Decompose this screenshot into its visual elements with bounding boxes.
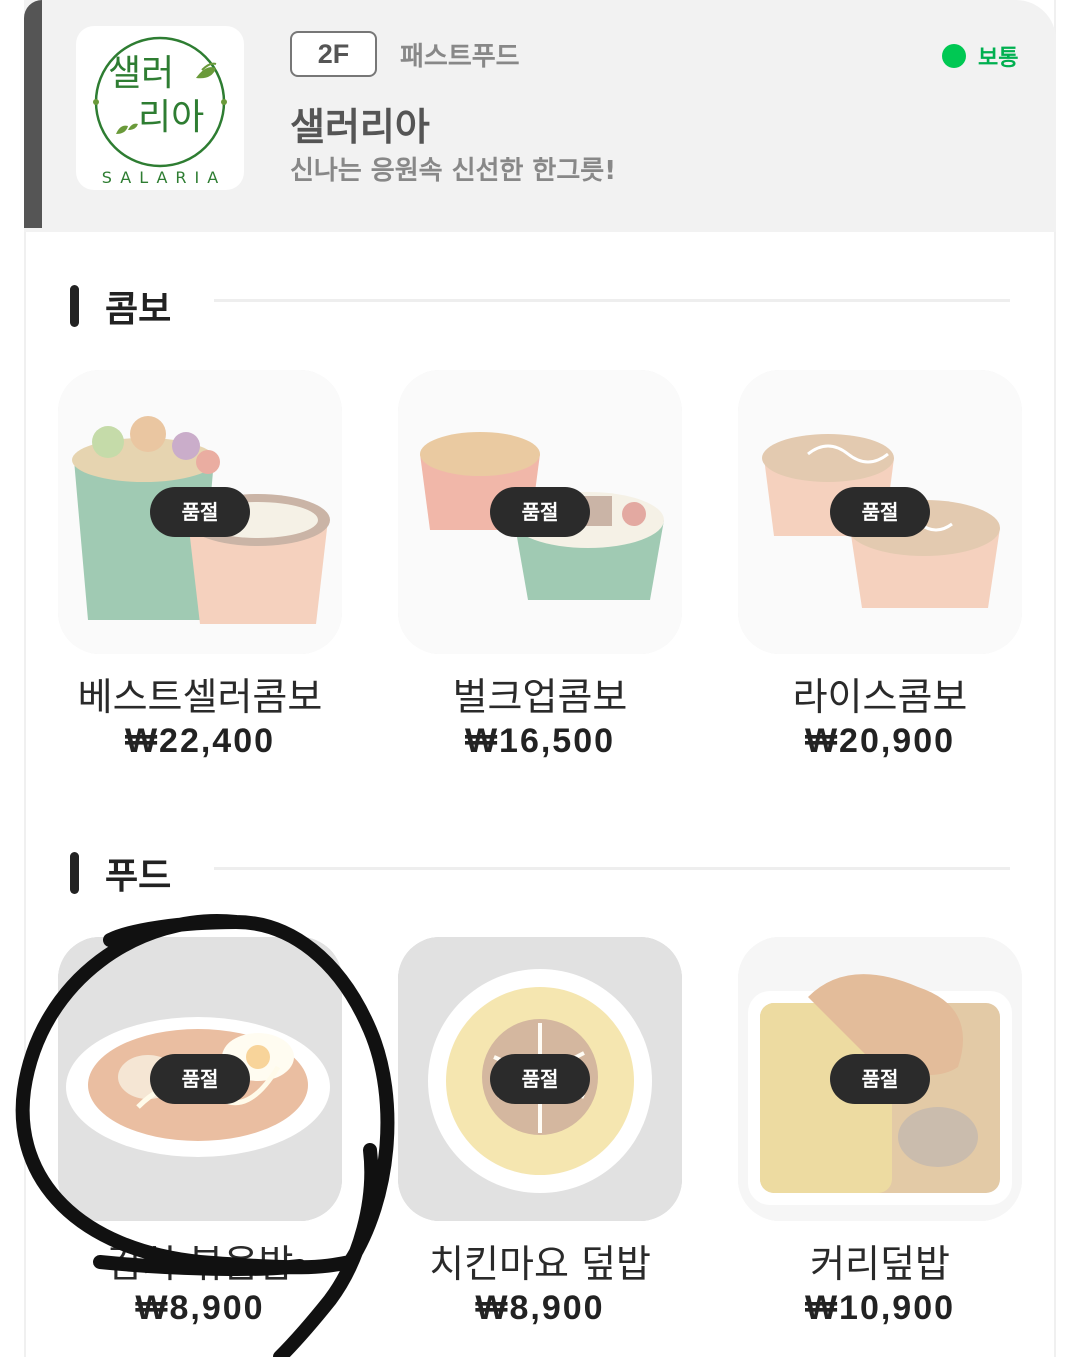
menu-item-price: ₩8,900: [475, 1289, 605, 1327]
store-description: 신나는 응원속 신선한 한그릇!: [290, 156, 617, 186]
congestion-status: 보통: [978, 46, 1019, 71]
menu-item-image: 품절: [58, 370, 342, 654]
menu-item-price: ₩10,900: [804, 1289, 956, 1327]
menu-item-image: 품절: [738, 370, 1022, 654]
logo-text-line1: 샐러: [108, 53, 175, 94]
floor-badge: 2F: [290, 31, 377, 77]
section-title-text: 푸드: [105, 856, 172, 897]
menu-item-name: 김치 볶음밥: [106, 1242, 294, 1286]
store-category: 패스트푸드: [400, 42, 520, 72]
menu-item-image: 품절: [58, 937, 342, 1221]
logo-wordmark: SALARIA: [101, 168, 227, 187]
menu-item-price: ₩20,900: [804, 722, 956, 760]
menu-item-image: 품절: [398, 370, 682, 654]
section-divider: [214, 867, 1010, 870]
soldout-badge: 품절: [150, 1054, 250, 1104]
menu-item-name: 베스트셀러콤보: [77, 675, 323, 719]
menu-item-price: ₩22,400: [124, 722, 276, 760]
menu-item-name: 벌크업콤보: [452, 675, 628, 719]
menu-item-name: 라이스콤보: [792, 675, 968, 719]
section-title-bar: [70, 852, 79, 894]
soldout-badge: 품절: [830, 1054, 930, 1104]
soldout-badge: 품절: [490, 487, 590, 537]
section-title-text: 콤보: [105, 289, 172, 330]
menu-item-price: ₩8,900: [135, 1289, 265, 1327]
logo-text-line2: 리아: [138, 97, 205, 138]
section-title-combo: 콤보: [70, 280, 171, 332]
store-name: 샐러리아: [290, 105, 430, 149]
menu-item-image: 품절: [398, 937, 682, 1221]
section-title-bar: [70, 285, 79, 327]
menu-item-name: 커리덮밥: [810, 1242, 950, 1286]
soldout-badge: 품절: [830, 487, 930, 537]
store-logo: 샐러 리아 SALARIA: [76, 26, 244, 190]
soldout-badge: 품절: [150, 487, 250, 537]
soldout-badge: 품절: [490, 1054, 590, 1104]
menu-item-price: ₩16,500: [464, 722, 616, 760]
section-title-food: 푸드: [70, 847, 171, 899]
status-indicator-icon: [942, 44, 966, 68]
header-accent-bar: [24, 0, 42, 228]
menu-item-name: 치킨마요 덮밥: [429, 1242, 651, 1286]
section-divider: [214, 299, 1010, 302]
menu-item-image: 품절: [738, 937, 1022, 1221]
